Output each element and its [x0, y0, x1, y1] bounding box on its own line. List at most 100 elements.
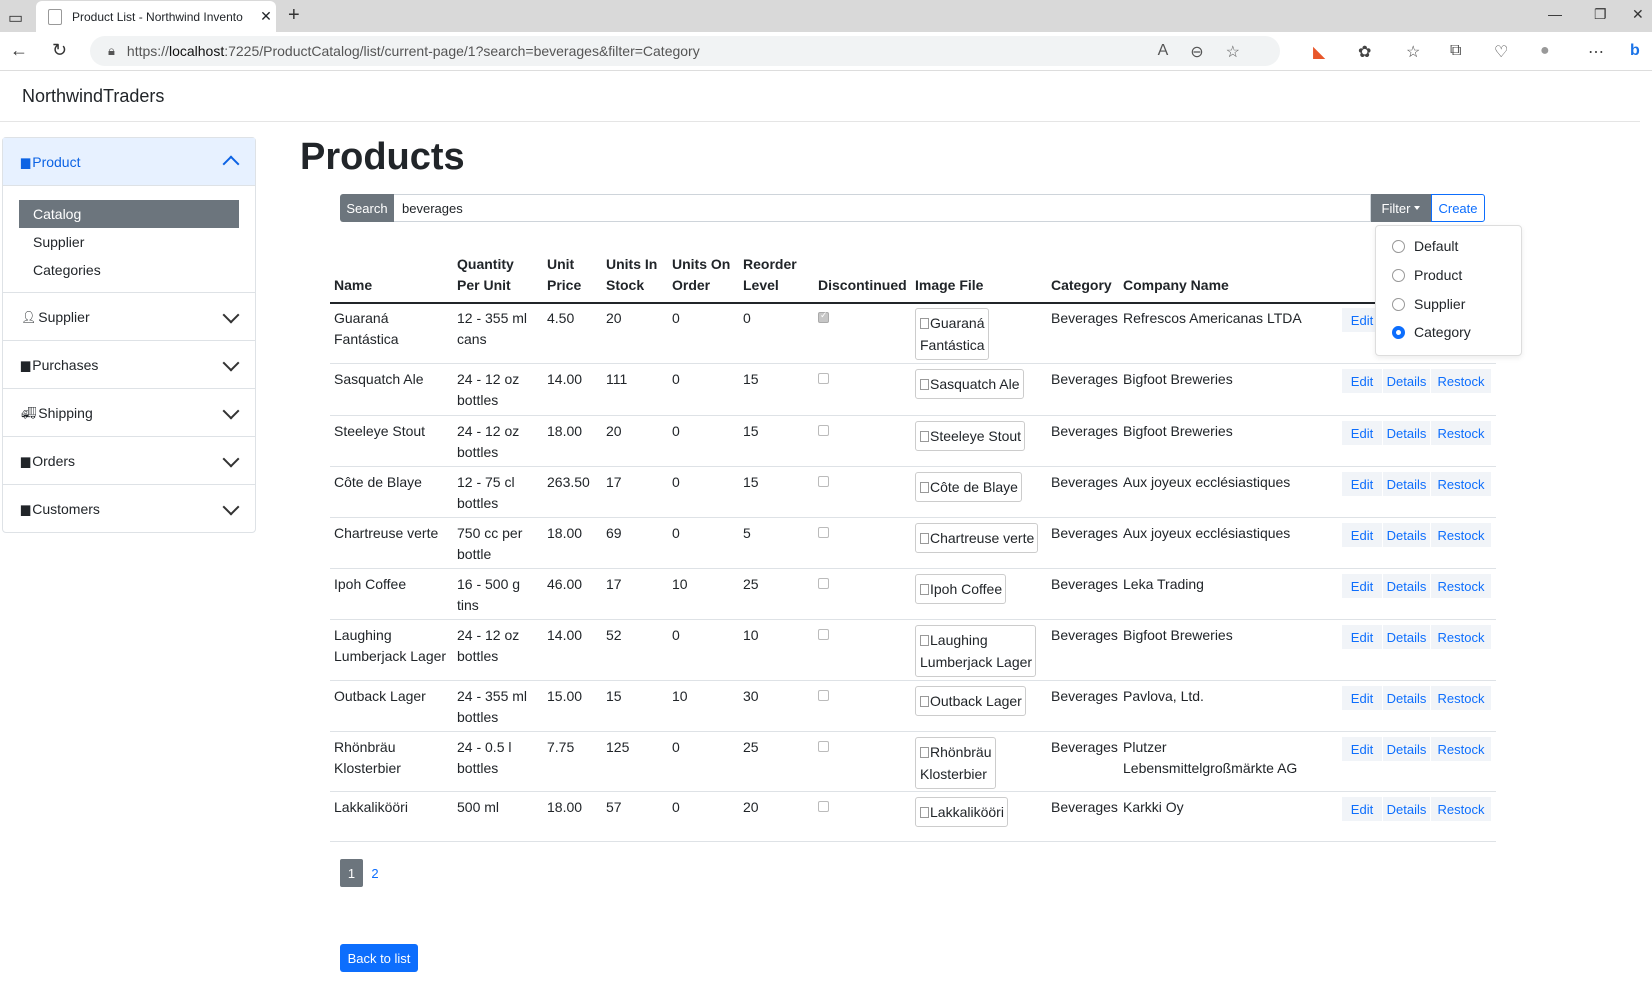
- restock-button[interactable]: Restock: [1431, 625, 1491, 649]
- sidebar-section-orders[interactable]: ▆ Orders: [3, 436, 255, 484]
- sidebar-section-supplier[interactable]: 👤︎ Supplier: [3, 292, 255, 340]
- restock-button[interactable]: Restock: [1431, 421, 1491, 445]
- close-tab-icon[interactable]: ✕: [256, 8, 276, 25]
- refresh-icon[interactable]: ↻: [52, 40, 67, 61]
- product-name: Lakkalikööri: [334, 799, 408, 815]
- radio-button[interactable]: [1392, 239, 1405, 253]
- read-aloud-icon[interactable]: A: [1158, 42, 1169, 62]
- radio-button[interactable]: [1392, 297, 1405, 311]
- sidebar-item-categories[interactable]: Categories: [19, 256, 239, 284]
- restock-button[interactable]: Restock: [1431, 369, 1491, 393]
- edit-button[interactable]: Edit: [1342, 369, 1382, 393]
- more-menu-icon[interactable]: ⋯: [1588, 42, 1604, 62]
- search-input[interactable]: beverages: [394, 194, 1371, 222]
- table-row: Ipoh Coffee 16 - 500 g tins 46.00 17 10 25 Ipoh…: [330, 568, 1496, 620]
- filter-option-category[interactable]: Category: [1392, 324, 1471, 340]
- product-image: Guaraná Fantástica: [915, 308, 989, 360]
- edit-button[interactable]: Edit: [1342, 421, 1382, 445]
- details-button[interactable]: Details: [1383, 625, 1430, 649]
- row-actions: Edit Details Restock: [1342, 421, 1492, 445]
- chevron-down-icon: [222, 498, 240, 516]
- page-button-2[interactable]: 2: [364, 859, 386, 887]
- restock-button[interactable]: Restock: [1431, 737, 1491, 761]
- restock-button[interactable]: Restock: [1431, 686, 1491, 710]
- details-button[interactable]: Details: [1383, 472, 1430, 496]
- column-unit-price: Unit Price: [547, 256, 582, 293]
- quantity-per-unit: 24 - 12 oz bottles: [457, 627, 520, 664]
- page-title: Products: [300, 136, 465, 178]
- edit-button[interactable]: Edit: [1342, 686, 1382, 710]
- back-arrow-icon[interactable]: ←: [10, 40, 28, 61]
- product-image: Rhönbräu Klosterbier: [915, 737, 996, 789]
- company-name: Aux joyeux ecclésiastiques: [1123, 525, 1291, 541]
- discontinued-checkbox: [818, 310, 829, 323]
- sidebar-section-product[interactable]: ▆ Product: [3, 138, 255, 186]
- sidebar-item-supplier[interactable]: Supplier: [19, 228, 239, 256]
- details-button[interactable]: Details: [1383, 421, 1430, 445]
- back-to-list-button[interactable]: Back to list: [340, 944, 418, 972]
- unit-price: 4.50: [547, 310, 575, 326]
- edit-button[interactable]: Edit: [1342, 523, 1382, 547]
- url-field[interactable]: 🔒︎ https://localhost:7225/ProductCatalog…: [90, 36, 1280, 66]
- profile-avatar-icon[interactable]: ●: [1540, 42, 1550, 60]
- search-button[interactable]: Search: [340, 194, 394, 222]
- details-button[interactable]: Details: [1383, 737, 1430, 761]
- close-window-icon[interactable]: ✕: [1632, 6, 1644, 23]
- new-tab-icon[interactable]: +: [288, 4, 300, 27]
- favorites-icon[interactable]: ☆: [1406, 42, 1420, 62]
- sidebar-section-shipping[interactable]: 🚚︎ Shipping: [3, 388, 255, 436]
- brand-logo[interactable]: NorthwindTraders: [22, 86, 164, 107]
- reorder-level: 30: [743, 688, 759, 704]
- address-bar-row: ← ↻ 🔒︎ https://localhost:7225/ProductCat…: [0, 32, 1652, 71]
- units-in-stock: 17: [606, 474, 622, 490]
- units-on-order: 0: [672, 525, 680, 541]
- row-actions: Edit Details Restock: [1342, 523, 1492, 547]
- restock-button[interactable]: Restock: [1431, 472, 1491, 496]
- details-button[interactable]: Details: [1383, 523, 1430, 547]
- product-image: Chartreuse verte: [915, 523, 1039, 553]
- browser-tab[interactable]: Product List - Northwind Invento ✕: [36, 1, 276, 32]
- restock-button[interactable]: Restock: [1431, 797, 1491, 821]
- extension-icon[interactable]: ◣: [1313, 42, 1325, 62]
- edit-button[interactable]: Edit: [1342, 625, 1382, 649]
- restore-icon[interactable]: ❐: [1594, 6, 1607, 23]
- sidebar-section-customers[interactable]: ▆ Customers: [3, 484, 255, 532]
- extensions-puzzle-icon[interactable]: ✿: [1358, 42, 1371, 62]
- filter-dropdown-button[interactable]: Filter: [1371, 194, 1431, 222]
- page-button-1[interactable]: 1: [340, 859, 363, 887]
- units-in-stock: 125: [606, 739, 630, 755]
- radio-button[interactable]: [1392, 325, 1405, 339]
- table-row: Laughing Lumberjack Lager 24 - 12 oz bottle…: [330, 619, 1496, 681]
- collections-icon[interactable]: ⧉: [1450, 42, 1461, 60]
- edit-button[interactable]: Edit: [1342, 472, 1382, 496]
- details-button[interactable]: Details: [1383, 797, 1430, 821]
- create-button[interactable]: Create: [1431, 194, 1485, 222]
- edit-button[interactable]: Edit: [1342, 797, 1382, 821]
- zoom-out-icon[interactable]: ⊖: [1190, 42, 1203, 62]
- row-actions: Edit Details Restock: [1342, 737, 1492, 761]
- filter-option-supplier[interactable]: Supplier: [1392, 296, 1465, 312]
- browser-essentials-icon[interactable]: ♡: [1494, 42, 1508, 62]
- restock-button[interactable]: Restock: [1431, 574, 1491, 598]
- favorite-star-icon[interactable]: ☆: [1226, 42, 1240, 62]
- minimize-icon[interactable]: —: [1548, 6, 1562, 22]
- details-button[interactable]: Details: [1383, 369, 1430, 393]
- company-name: Bigfoot Breweries: [1123, 627, 1233, 643]
- sidebar-section-purchases[interactable]: ▆ Purchases: [3, 340, 255, 388]
- tab-actions-icon[interactable]: ▭: [8, 8, 23, 28]
- filter-option-product[interactable]: Product: [1392, 267, 1462, 283]
- product-name: Côte de Blaye: [334, 474, 422, 490]
- category: Beverages: [1051, 371, 1118, 387]
- sidebar-item-catalog[interactable]: Catalog: [19, 200, 239, 228]
- quantity-per-unit: 24 - 12 oz bottles: [457, 371, 520, 408]
- radio-button[interactable]: [1392, 268, 1405, 282]
- details-button[interactable]: Details: [1383, 574, 1430, 598]
- category: Beverages: [1051, 576, 1118, 592]
- edit-button[interactable]: Edit: [1342, 574, 1382, 598]
- details-button[interactable]: Details: [1383, 686, 1430, 710]
- filter-option-default[interactable]: Default: [1392, 238, 1458, 254]
- edit-button[interactable]: Edit: [1342, 737, 1382, 761]
- reorder-level: 10: [743, 627, 759, 643]
- restock-button[interactable]: Restock: [1431, 523, 1491, 547]
- copilot-icon[interactable]: b: [1630, 42, 1640, 60]
